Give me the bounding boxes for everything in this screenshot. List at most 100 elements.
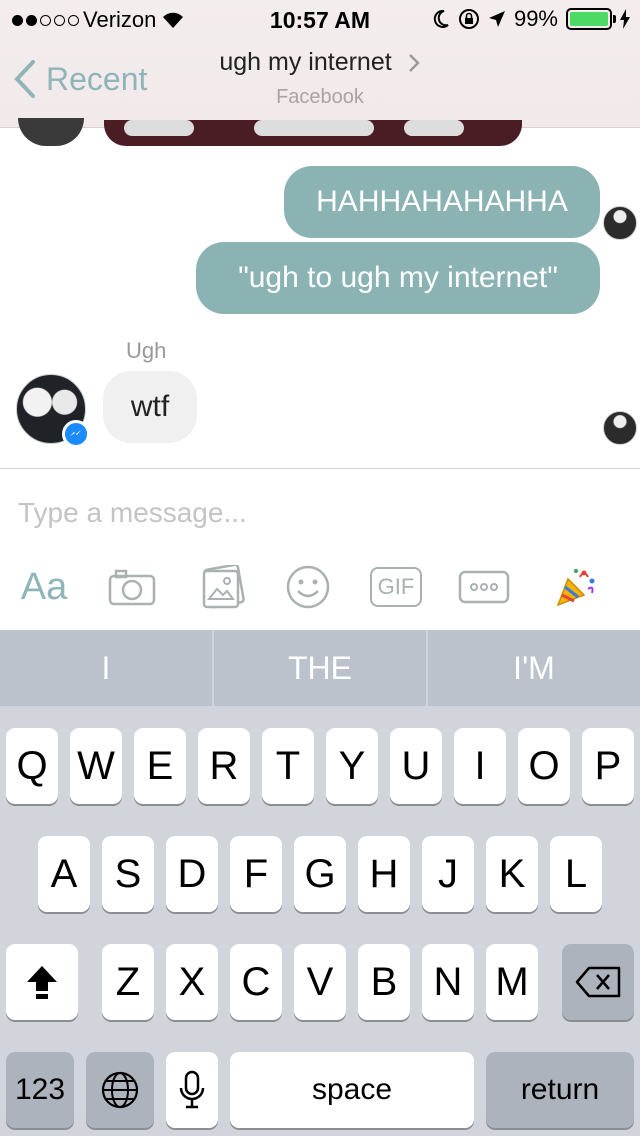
key-label: M	[495, 959, 529, 1004]
charging-bolt-icon	[620, 9, 630, 29]
key-label: C	[241, 959, 271, 1004]
key-a[interactable]: A	[38, 836, 90, 912]
key-label: F	[243, 851, 269, 896]
key-y[interactable]: Y	[326, 728, 378, 804]
conversation-title-text: ugh my internet	[219, 48, 392, 76]
composer: Aa GIF	[0, 468, 640, 630]
key-k[interactable]: K	[486, 836, 538, 912]
messenger-icon	[62, 420, 90, 448]
key-label: E	[146, 743, 174, 788]
return-key[interactable]: return	[486, 1052, 634, 1128]
key-j[interactable]: J	[422, 836, 474, 912]
key-u[interactable]: U	[390, 728, 442, 804]
text-format-button[interactable]: Aa	[16, 557, 72, 617]
key-x[interactable]: X	[166, 944, 218, 1020]
incoming-message[interactable]: wtf	[103, 371, 197, 443]
camera-button[interactable]	[104, 557, 160, 617]
message-text: wtf	[130, 390, 170, 423]
battery-icon	[566, 8, 616, 30]
backspace-key[interactable]	[562, 944, 634, 1020]
gallery-button[interactable]	[194, 557, 250, 617]
key-d[interactable]: D	[166, 836, 218, 912]
key-label: H	[369, 851, 399, 896]
status-indicators: 99%	[432, 6, 630, 32]
numbers-key[interactable]: 123	[6, 1052, 74, 1128]
key-label: P	[594, 743, 622, 788]
key-v[interactable]: V	[294, 944, 346, 1020]
key-label: K	[498, 851, 526, 896]
key-label: J	[438, 851, 458, 896]
key-o[interactable]: O	[518, 728, 570, 804]
key-label: 123	[14, 1073, 66, 1106]
key-t[interactable]: T	[262, 728, 314, 804]
gif-button[interactable]: GIF	[370, 557, 422, 617]
key-label: B	[370, 959, 398, 1004]
composer-toolbar: Aa GIF	[0, 557, 640, 617]
key-w[interactable]: W	[70, 728, 122, 804]
conversation-thread[interactable]: HAHHAHAHAHHA "ugh to ugh my internet" Ug…	[0, 118, 640, 468]
conversation-subtitle: Facebook	[276, 86, 364, 108]
key-e[interactable]: E	[134, 728, 186, 804]
prediction-suggestion[interactable]: I	[0, 630, 214, 706]
read-receipt-avatar	[603, 206, 637, 240]
key-n[interactable]: N	[422, 944, 474, 1020]
key-label: L	[564, 851, 588, 896]
key-label: Z	[115, 959, 141, 1004]
chevron-right-icon	[408, 54, 420, 73]
backspace-icon	[575, 966, 621, 998]
key-label: Y	[338, 743, 366, 788]
globe-key[interactable]	[86, 1052, 154, 1128]
avatar	[18, 118, 84, 146]
party-popper-icon	[556, 569, 595, 607]
read-receipt-avatar	[603, 411, 637, 445]
prediction-suggestion[interactable]: I'M	[428, 630, 640, 706]
celebrate-button[interactable]	[552, 557, 600, 617]
shift-key[interactable]	[6, 944, 78, 1020]
key-p[interactable]: P	[582, 728, 634, 804]
key-b[interactable]: B	[358, 944, 410, 1020]
predictive-bar: I THE I'M	[0, 630, 640, 706]
photo-gallery-icon	[202, 565, 245, 609]
space-key[interactable]: space	[230, 1052, 474, 1128]
key-label: W	[77, 743, 115, 788]
key-h[interactable]: H	[358, 836, 410, 912]
camera-icon	[108, 569, 156, 606]
conversation-title[interactable]: ugh my internet	[0, 48, 640, 77]
smiley-icon	[286, 565, 330, 609]
photo-message[interactable]	[104, 120, 522, 146]
key-m[interactable]: M	[486, 944, 538, 1020]
more-button[interactable]	[458, 557, 510, 617]
key-label: return	[520, 1073, 600, 1106]
key-s[interactable]: S	[102, 836, 154, 912]
aa-label: Aa	[20, 565, 68, 608]
more-icon	[458, 570, 510, 604]
key-label: V	[306, 959, 334, 1004]
key-z[interactable]: Z	[102, 944, 154, 1020]
key-label: D	[177, 851, 207, 896]
message-input[interactable]	[18, 489, 618, 537]
dictation-key[interactable]	[166, 1052, 218, 1128]
key-label: X	[178, 959, 206, 1004]
key-c[interactable]: C	[230, 944, 282, 1020]
key-i[interactable]: I	[454, 728, 506, 804]
key-g[interactable]: G	[294, 836, 346, 912]
prediction-suggestion[interactable]: THE	[214, 630, 428, 706]
message-text: HAHHAHAHAHHA	[316, 185, 568, 218]
status-bar: Verizon 10:57 AM 99%	[0, 0, 640, 40]
message-text: "ugh to ugh my internet"	[238, 261, 558, 294]
emoji-button[interactable]	[284, 557, 332, 617]
location-arrow-icon	[488, 11, 505, 27]
outgoing-message[interactable]: HAHHAHAHAHHA	[284, 166, 600, 238]
key-f[interactable]: F	[230, 836, 282, 912]
shift-icon	[27, 966, 57, 999]
sender-name: Ugh	[126, 338, 167, 363]
key-l[interactable]: L	[550, 836, 602, 912]
header: Verizon 10:57 AM 99% Recent ugh my inter…	[0, 0, 640, 128]
outgoing-message[interactable]: "ugh to ugh my internet"	[196, 242, 600, 314]
key-r[interactable]: R	[198, 728, 250, 804]
key-label: A	[50, 851, 78, 896]
key-label: G	[304, 851, 336, 896]
moon-icon	[433, 9, 449, 28]
key-label: I	[474, 743, 486, 788]
key-q[interactable]: Q	[6, 728, 58, 804]
